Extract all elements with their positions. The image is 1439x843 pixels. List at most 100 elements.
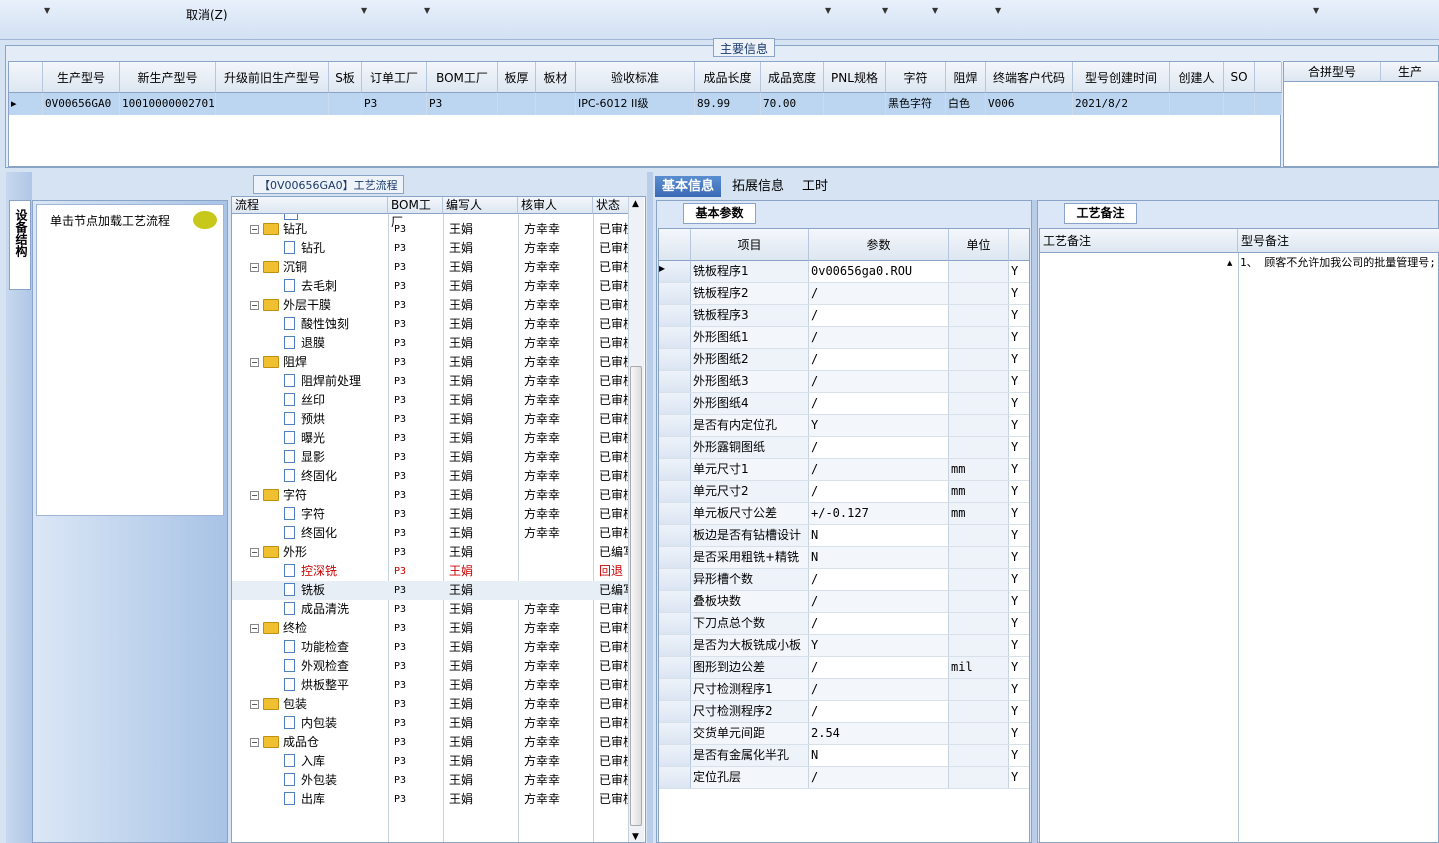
tree-node[interactable]: 控深铣 xyxy=(284,562,386,581)
tree-node[interactable]: − 外层干膜 xyxy=(250,296,386,315)
tree-row[interactable]: − 包装 P3 王娟 方幸幸 已审核 xyxy=(232,695,632,714)
remarks-grid[interactable]: 工艺备注 型号备注 1、 顾客不允许加我公司的批量管理号; ▲ xyxy=(1039,228,1439,843)
param-cell[interactable]: / xyxy=(809,459,949,480)
params-column-header[interactable]: 参数 xyxy=(809,229,949,261)
tree-row[interactable]: 预烘 P3 王娟 方幸幸 已审核 xyxy=(232,410,632,429)
flow-column-header[interactable]: 流程 xyxy=(232,197,388,214)
tree-node[interactable]: 曝光 xyxy=(284,429,386,448)
dropdown-arrow-icon[interactable]: ▼ xyxy=(361,6,367,15)
tree-row[interactable]: 外包装 P3 王娟 方幸幸 已审核 xyxy=(232,771,632,790)
merge-model-grid[interactable]: 合拼型号 生产 xyxy=(1283,61,1439,167)
collapse-toggle-icon[interactable]: − xyxy=(250,491,259,500)
column-header[interactable]: 成品长度 xyxy=(695,62,761,93)
row-selector[interactable] xyxy=(659,591,691,612)
tree-node[interactable]: 烘板整平 xyxy=(284,676,386,695)
row-selector[interactable] xyxy=(659,393,691,414)
table-cell[interactable]: 2021/8/2 xyxy=(1073,93,1170,115)
param-cell[interactable]: N xyxy=(809,525,949,546)
collapse-toggle-icon[interactable]: − xyxy=(250,624,259,633)
tree-row[interactable]: 钻孔 P3 王娟 方幸幸 已审核 xyxy=(232,239,632,258)
row-selector[interactable] xyxy=(659,503,691,524)
params-row[interactable]: 是否有金属化半孔 N Y xyxy=(659,745,1029,767)
param-cell[interactable]: / xyxy=(809,393,949,414)
collapse-toggle-icon[interactable]: − xyxy=(250,700,259,709)
dropdown-arrow-icon[interactable]: ▼ xyxy=(44,6,50,15)
params-row[interactable]: 异形槽个数 / Y xyxy=(659,569,1029,591)
tree-row[interactable]: 出库 P3 王娟 方幸幸 已审核 xyxy=(232,790,632,809)
tree-node[interactable]: 外包装 xyxy=(284,771,386,790)
params-row[interactable]: 外形图纸1/ Y xyxy=(659,327,1029,349)
column-header[interactable]: 型号创建时间 xyxy=(1073,62,1170,93)
process-flow-tree[interactable]: 流程BOM工厂编写人核审人状态−钻孔P3王娟方幸幸已审核钻孔P3王娟方幸幸已审核… xyxy=(231,196,646,843)
tree-row[interactable]: 阻焊前处理 P3 王娟 方幸幸 已审核 xyxy=(232,372,632,391)
tree-node[interactable]: 阻焊前处理 xyxy=(284,372,386,391)
tree-row[interactable]: 退膜 P3 王娟 方幸幸 已审核 xyxy=(232,334,632,353)
params-row[interactable]: 是否采用粗铣+精铣 N Y xyxy=(659,547,1029,569)
tree-node[interactable]: − 字符 xyxy=(250,486,386,505)
tab-extended-info[interactable]: 拓展信息 xyxy=(725,176,791,197)
collapse-toggle-icon[interactable]: − xyxy=(250,738,259,747)
params-column-header[interactable]: 项目 xyxy=(691,229,809,261)
tree-row[interactable]: 烘板整平 P3 王娟 方幸幸 已审核 xyxy=(232,676,632,695)
model-remark-text[interactable]: 1、 顾客不允许加我公司的批量管理号; xyxy=(1240,257,1438,268)
tree-node[interactable]: 成品清洗 xyxy=(284,600,386,619)
tree-row[interactable]: 终固化 P3 王娟 方幸幸 已审核 xyxy=(232,524,632,543)
column-header[interactable]: BOM工厂 xyxy=(427,62,498,93)
row-selector[interactable] xyxy=(659,525,691,546)
row-selector[interactable] xyxy=(659,723,691,744)
params-row[interactable]: 尺寸检测程序2/ Y xyxy=(659,701,1029,723)
params-row[interactable]: 单元尺寸2/mm Y xyxy=(659,481,1029,503)
params-column-header[interactable]: 单位 xyxy=(949,229,1009,261)
param-cell[interactable]: / xyxy=(809,679,949,700)
column-header[interactable]: 板材 xyxy=(536,62,576,93)
param-cell[interactable]: / xyxy=(809,327,949,348)
vertical-splitter[interactable] xyxy=(647,172,653,843)
params-row[interactable]: ▸ 铣板程序1 0v00656ga0.ROU Y xyxy=(659,261,1029,283)
params-row[interactable]: 尺寸检测程序1/ Y xyxy=(659,679,1029,701)
param-cell[interactable]: 0v00656ga0.ROU xyxy=(809,261,949,282)
table-cell[interactable] xyxy=(536,93,576,115)
scroll-up-arrow-icon[interactable]: ▲ xyxy=(632,199,639,209)
row-selector[interactable] xyxy=(659,415,691,436)
tree-row[interactable]: 功能检查 P3 王娟 方幸幸 已审核 xyxy=(232,638,632,657)
row-selector[interactable] xyxy=(659,327,691,348)
tree-node[interactable]: 终固化 xyxy=(284,524,386,543)
params-row[interactable]: 叠板块数 / Y xyxy=(659,591,1029,613)
dropdown-arrow-icon[interactable]: ▼ xyxy=(1313,6,1319,15)
tree-node[interactable]: − 终检 xyxy=(250,619,386,638)
param-cell[interactable]: 2.54 xyxy=(809,723,949,744)
column-header[interactable]: 阻焊 xyxy=(946,62,986,93)
flow-column-header[interactable]: 编写人 xyxy=(443,197,518,214)
tree-row[interactable]: − 钻孔 P3 王娟 方幸幸 已审核 xyxy=(232,220,632,239)
equipment-structure-tab[interactable]: 设备结构 xyxy=(9,200,31,290)
tree-node[interactable]: 出库 xyxy=(284,790,386,809)
table-cell[interactable]: P3 xyxy=(427,93,498,115)
main-info-grid[interactable]: 生产型号 新生产型号 升级前旧生产型号 S板 订单工厂 BOM工厂 板厚 板材 验收标准 成品长度… xyxy=(8,61,1282,167)
tree-node[interactable]: 丝印 xyxy=(284,391,386,410)
table-cell[interactable]: V006 xyxy=(986,93,1073,115)
tree-row[interactable]: 入库 P3 王娟 方幸幸 已审核 xyxy=(232,752,632,771)
table-cell[interactable]: 70.00 xyxy=(761,93,824,115)
params-row[interactable]: 下刀点总个数 / Y xyxy=(659,613,1029,635)
model-remark-header[interactable]: 型号备注 xyxy=(1238,229,1439,253)
dropdown-arrow-icon[interactable]: ▼ xyxy=(882,6,888,15)
row-selector[interactable] xyxy=(659,767,691,788)
params-row[interactable]: 图形到边公差 / mil Y xyxy=(659,657,1029,679)
tree-node[interactable]: 字符 xyxy=(284,505,386,524)
params-row[interactable]: 外形露铜图纸 / Y xyxy=(659,437,1029,459)
tree-row[interactable]: 内包装 P3 王娟 方幸幸 已审核 xyxy=(232,714,632,733)
params-row[interactable]: 外形图纸2/ Y xyxy=(659,349,1029,371)
params-row[interactable]: 单元板尺寸公差 +/-0.127 mm Y xyxy=(659,503,1029,525)
row-selector[interactable]: ▸ xyxy=(9,93,43,115)
row-selector[interactable] xyxy=(659,613,691,634)
collapse-toggle-icon[interactable]: − xyxy=(250,358,259,367)
merge-column-header[interactable]: 合拼型号 xyxy=(1284,62,1381,82)
tab-work-hours[interactable]: 工时 xyxy=(795,176,835,197)
dropdown-arrow-icon[interactable]: ▼ xyxy=(995,6,1001,15)
tree-row[interactable]: 丝印 P3 王娟 方幸幸 已审核 xyxy=(232,391,632,410)
row-selector[interactable] xyxy=(659,569,691,590)
table-cell[interactable]: IPC-6012 II级 xyxy=(576,93,695,115)
tree-row[interactable]: 终固化 P3 王娟 方幸幸 已审核 xyxy=(232,467,632,486)
column-header[interactable]: PNL规格 xyxy=(824,62,886,93)
params-row[interactable]: 单元尺寸1/mm Y xyxy=(659,459,1029,481)
